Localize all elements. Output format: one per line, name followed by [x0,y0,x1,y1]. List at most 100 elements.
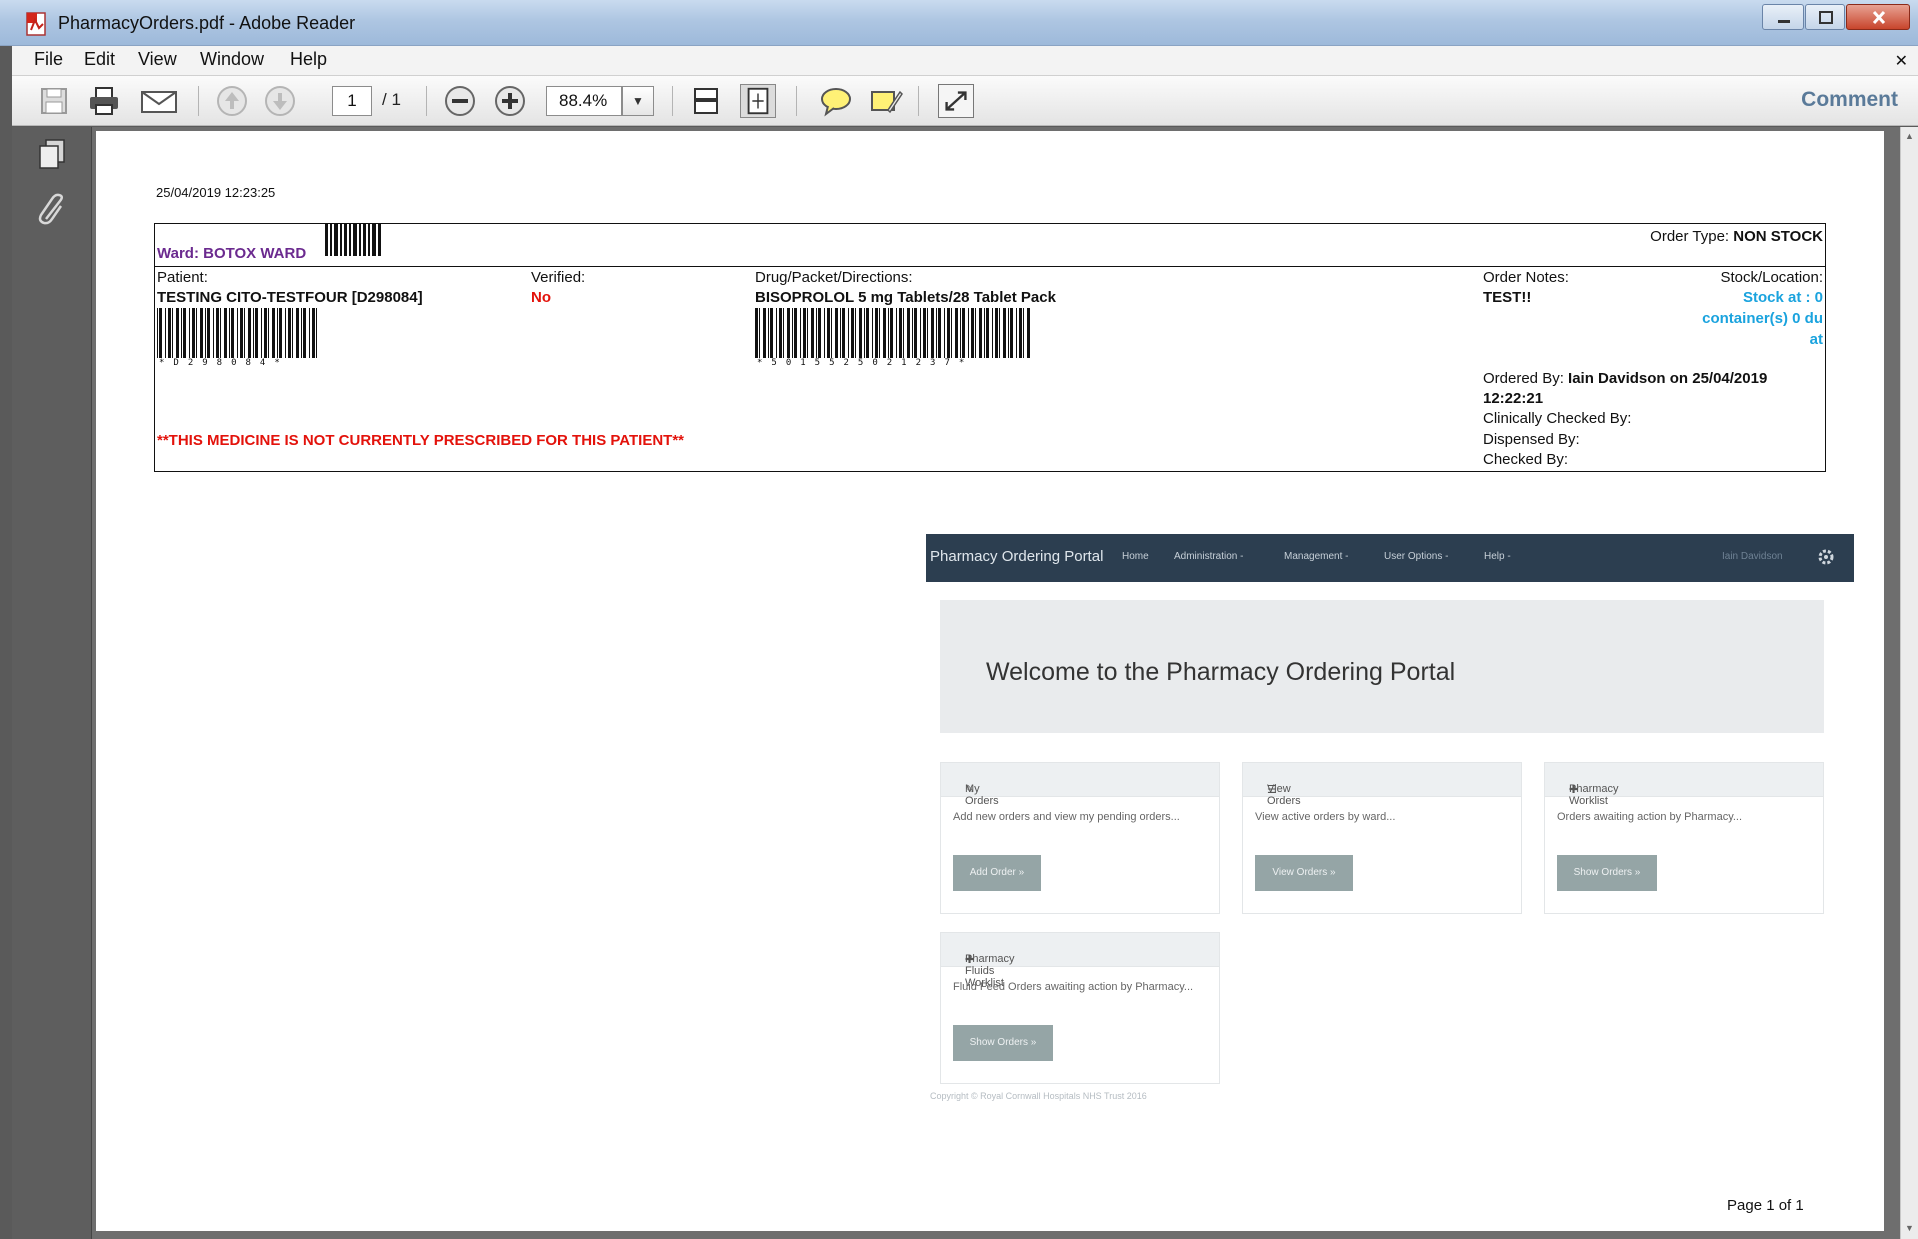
stock-line-2: container(s) 0 du [1702,310,1823,327]
verified-value: No [531,289,551,306]
plus-circle-icon [495,86,525,116]
show-orders-button: Show Orders » [1557,855,1657,891]
zoom-out-button[interactable] [442,84,478,118]
stock-location-label: Stock/Location: [1720,269,1823,286]
order-type-value: NON STOCK [1733,228,1823,245]
navigation-pane [12,127,92,1239]
envelope-icon [141,91,177,113]
expand-button[interactable] [938,84,974,118]
portal-jumbotron: Welcome to the Pharmacy Ordering Portal [940,600,1824,733]
page-number-input[interactable]: 1 [332,86,372,116]
highlighter-icon [871,90,903,114]
zoom-level-input[interactable]: 88.4% [546,86,622,116]
scroll-down-icon[interactable]: ▼ [1905,1223,1914,1233]
portal-footer: Copyright © Royal Cornwall Hospitals NHS… [930,1091,1147,1101]
panel-pharmacy-worklist-body: Orders awaiting action by Pharmacy... [1557,811,1743,823]
save-button[interactable] [36,84,72,118]
comment-pane-button[interactable]: Comment [1801,88,1898,112]
fit-width-icon [694,88,718,114]
portal-brand: Pharmacy Ordering Portal [930,548,1104,565]
menu-file[interactable]: File [34,49,63,70]
show-fluid-orders-button: Show Orders » [953,1025,1053,1061]
ordered-time: 12:22:21 [1483,390,1544,407]
fit-page-button[interactable] [740,84,776,118]
drug-barcode-digits: *5015525021237* [757,358,974,368]
pdf-page: 25/04/2019 12:23:25 Ward: BOTOX WARD Ord… [96,131,1884,1231]
panel-my-orders-body: Add new orders and view my pending order… [953,811,1180,823]
portal-nav-user-options: User Options - [1384,551,1449,562]
add-order-button: Add Order » [953,855,1041,891]
menu-help[interactable]: Help [290,49,327,70]
panel-my-orders: ✎ My Orders Add new orders and view my p… [940,762,1220,914]
ordered-by-label: Ordered By: [1483,370,1564,387]
portal-nav-home: Home [1122,551,1149,562]
order-table: Ward: BOTOX WARD Order Type: NON STOCK P… [154,223,1826,472]
clinically-checked-label: Clinically Checked By: [1483,410,1632,427]
menu-view[interactable]: View [138,49,177,70]
portal-user-name: Iain Davidson [1722,551,1783,562]
panel-view-orders: ☰ View Orders View active orders by ward… [1242,762,1522,914]
arrow-up-icon [217,86,247,116]
ordered-by-value: Iain Davidson on 25/04/2019 [1568,370,1768,387]
patient-value: TESTING CITO-TESTFOUR [D298084] [157,289,423,306]
add-sticky-note-button[interactable] [818,84,854,118]
order-notes-value: TEST!! [1483,289,1532,306]
page-footer: Page 1 of 1 [1727,1197,1804,1214]
toolbar: 1 / 1 88.4% ▼ Comment [12,76,1918,126]
view-orders-button: View Orders » [1255,855,1353,891]
pages-icon[interactable] [36,137,68,171]
print-icon [90,87,118,115]
save-icon [41,88,67,114]
next-page-button[interactable] [262,84,298,118]
zoom-in-button[interactable] [492,84,528,118]
minimize-button[interactable] [1762,4,1804,30]
print-button[interactable] [86,84,122,118]
minimize-icon [1778,20,1790,23]
menu-edit[interactable]: Edit [84,49,115,70]
minus-circle-icon [445,86,475,116]
window-titlebar: PharmacyOrders.pdf - Adobe Reader [0,0,1918,46]
previous-page-button[interactable] [214,84,250,118]
stock-line-1: Stock at : 0 [1742,289,1823,306]
order-type-label: Order Type: [1650,228,1730,245]
scroll-up-icon[interactable]: ▲ [1905,131,1914,141]
maximize-icon [1819,11,1833,24]
speech-bubble-icon [821,88,851,117]
arrow-down-icon [265,86,295,116]
paperclip-icon[interactable] [36,193,68,227]
chevron-down-icon: ▼ [632,94,644,108]
close-document-icon[interactable]: ✕ [1895,51,1908,71]
vertical-scrollbar[interactable]: ▲ ▼ [1900,127,1918,1239]
close-button[interactable] [1846,4,1910,30]
menu-bar: File Edit View Window Help ✕ [12,46,1918,76]
portal-welcome-title: Welcome to the Pharmacy Ordering Portal [986,658,1456,686]
panel-fluids-body: Fluid Feed Orders awaiting action by Pha… [953,981,1194,993]
scrolling-mode-button[interactable] [688,84,724,118]
gear-icon [1818,549,1834,565]
panel-pharmacy-worklist: ✚ Pharmacy Worklist Orders awaiting acti… [1544,762,1824,914]
highlight-text-button[interactable] [868,84,904,118]
ward-label: Ward: BOTOX WARD [157,245,307,262]
zoom-dropdown-button[interactable]: ▼ [622,86,654,116]
maximize-button[interactable] [1805,4,1845,30]
ordered-by: Ordered By: Iain Davidson on 25/04/2019 [1483,370,1767,387]
patient-barcode [157,308,317,358]
portal-nav-help: Help - [1484,551,1511,562]
fit-page-icon [747,87,769,115]
order-notes-label: Order Notes: [1483,269,1569,286]
patient-label: Patient: [157,269,208,286]
page-total: / 1 [382,90,401,109]
portal-screenshot: Pharmacy Ordering Portal Home Administra… [926,534,1854,1114]
patient-barcode-digits: *D298084* [159,358,289,368]
order-type: Order Type: NON STOCK [1650,228,1823,245]
email-button[interactable] [138,84,180,118]
drug-barcode [755,308,1030,358]
portal-nav-management: Management - [1284,551,1349,562]
close-icon [1872,10,1886,25]
report-timestamp: 25/04/2019 12:23:25 [156,185,276,200]
drug-label: Drug/Packet/Directions: [755,269,913,286]
dispensed-by-label: Dispensed By: [1483,431,1580,448]
panel-pharmacy-fluids-worklist: ✚ Pharmacy Fluids Worklist Fluid Feed Or… [940,932,1220,1084]
menu-window[interactable]: Window [200,49,264,70]
expand-arrows-icon [945,91,967,111]
